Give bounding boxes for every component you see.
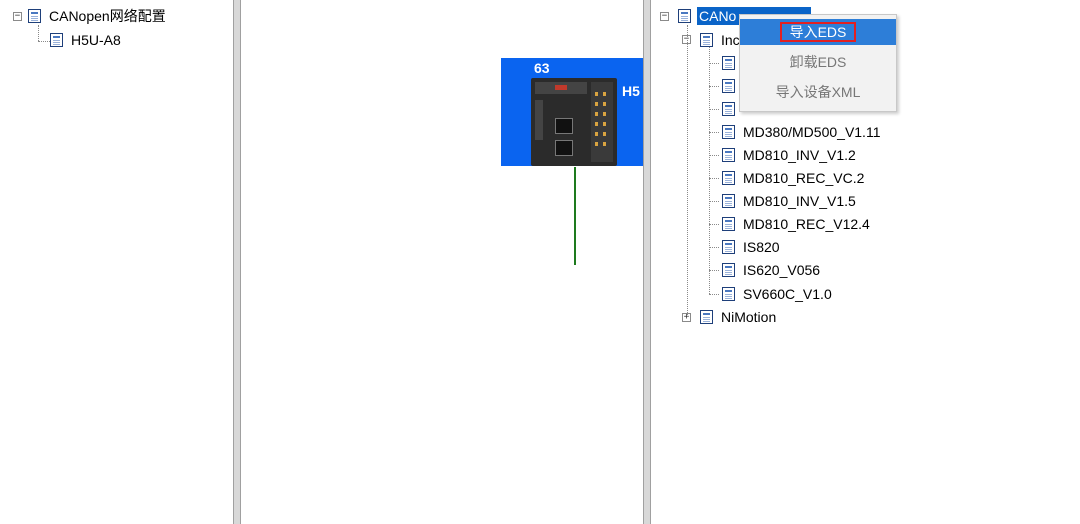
- can-bus-line: [574, 167, 576, 265]
- network-canvas-pane: 63 H5: [240, 0, 644, 524]
- tree-item-eds[interactable]: IS620_V056: [722, 260, 822, 280]
- tree-item-canopen-network[interactable]: CANopen网络配置: [28, 6, 168, 26]
- menu-item-label: 导入设备XML: [775, 84, 861, 100]
- document-icon: [700, 33, 713, 47]
- tree-item-eds[interactable]: MD810_INV_V1.2: [722, 145, 858, 165]
- tree-item-label: IS820: [743, 239, 780, 255]
- document-icon: [722, 263, 735, 277]
- tree-item-label: MD810_REC_VC.2: [743, 170, 865, 186]
- document-icon: [722, 240, 735, 254]
- document-icon: [678, 9, 691, 23]
- tree-item-label: MD810_INV_V1.5: [743, 193, 856, 209]
- tree-item-label: H5U-A8: [71, 32, 121, 48]
- document-icon: [722, 217, 735, 231]
- tree-item-eds[interactable]: SV660C_V1.0: [722, 284, 834, 304]
- document-icon: [722, 79, 735, 93]
- tree-item-eds[interactable]: MD810_INV_V1.5: [722, 191, 858, 211]
- document-icon: [722, 148, 735, 162]
- collapse-toggle-icon[interactable]: −: [660, 12, 669, 21]
- tree-item-eds[interactable]: MD380/MD500_V1.11: [722, 122, 882, 142]
- collapse-toggle-icon[interactable]: −: [13, 12, 22, 21]
- menu-item-unload-eds[interactable]: 卸载EDS: [740, 49, 896, 75]
- document-icon: [722, 102, 735, 116]
- document-icon: [700, 310, 713, 324]
- tree-item-label: MD810_INV_V1.2: [743, 147, 856, 163]
- tree-item-h5u-a8[interactable]: H5U-A8: [50, 30, 123, 50]
- document-icon: [722, 171, 735, 185]
- tree-item-label: MD380/MD500_V1.11: [743, 124, 881, 140]
- tree-item-label: NiMotion: [721, 309, 777, 325]
- tree-item-eds[interactable]: MD810_REC_V12.4: [722, 214, 872, 234]
- tree-item-vendor-group[interactable]: Inc: [700, 30, 742, 50]
- document-icon: [722, 194, 735, 208]
- node-id-label: 63: [534, 60, 550, 76]
- tree-item-eds[interactable]: MD810_REC_VC.2: [722, 168, 866, 188]
- plc-device-image: [531, 78, 617, 166]
- document-icon: [50, 33, 63, 47]
- tree-item-label: MD810_REC_V12.4: [743, 216, 870, 232]
- tree-item-label: CANopen网络配置: [49, 8, 166, 24]
- tree-item-eds[interactable]: IS820: [722, 237, 782, 257]
- menu-item-import-eds[interactable]: 导入EDS: [740, 19, 896, 45]
- menu-item-label: 卸载EDS: [789, 54, 847, 70]
- device-model-label: H5: [622, 83, 640, 99]
- document-icon: [722, 56, 735, 70]
- tree-item-label: IS620_V056: [743, 262, 821, 278]
- context-menu: 导入EDS 卸载EDS 导入设备XML: [739, 14, 897, 112]
- document-icon: [722, 125, 735, 139]
- tree-item-label: SV660C_V1.0: [743, 286, 832, 302]
- menu-item-import-device-xml[interactable]: 导入设备XML: [740, 79, 896, 105]
- network-tree-pane: − CANopen网络配置 H5U-A8: [0, 0, 234, 524]
- document-icon: [28, 9, 41, 23]
- document-icon: [722, 287, 735, 301]
- tree-item-nimotion[interactable]: NiMotion: [700, 307, 778, 327]
- menu-item-label: 导入EDS: [779, 22, 857, 42]
